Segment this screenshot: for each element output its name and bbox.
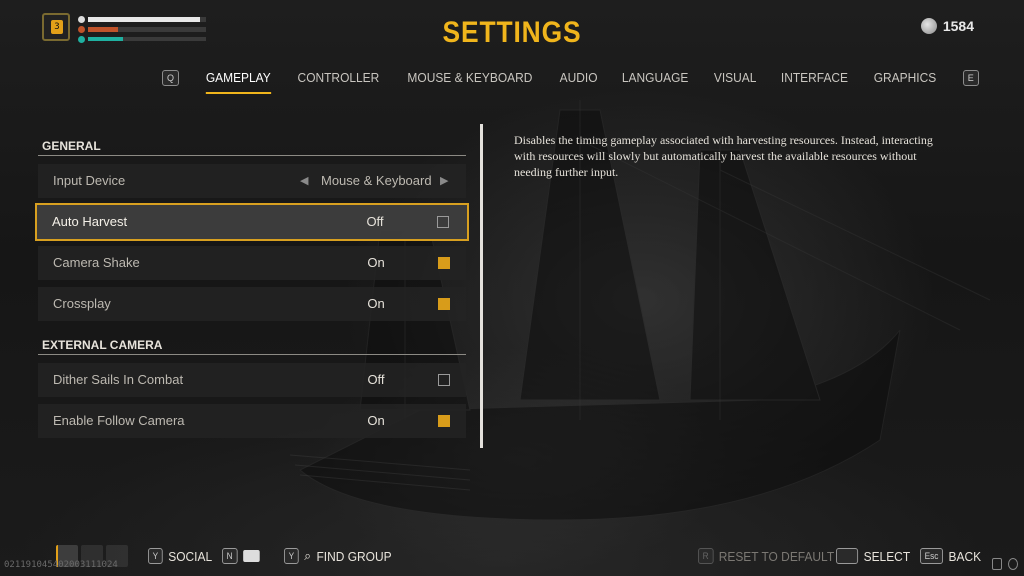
- select-button[interactable]: SELECT: [836, 548, 910, 564]
- setting-label: Dither Sails In Combat: [53, 372, 184, 387]
- setting-value: Off: [366, 214, 384, 229]
- tab-interface[interactable]: INTERFACE: [781, 68, 848, 88]
- setting-label: Crossplay: [53, 296, 111, 311]
- spacebar-key-icon: [836, 548, 859, 564]
- camera-shake-checkbox[interactable]: [438, 257, 450, 269]
- chat-key: N: [222, 548, 238, 564]
- setting-auto-harvest[interactable]: Auto Harvest Off: [35, 203, 469, 241]
- setting-value: Off: [367, 372, 385, 387]
- tab-graphics[interactable]: GRAPHICS: [874, 68, 936, 88]
- social-button[interactable]: Y SOCIAL: [148, 548, 212, 564]
- crossplay-checkbox[interactable]: [438, 298, 450, 310]
- find-group-key: Y: [284, 548, 299, 564]
- prev-tab-key[interactable]: Q: [162, 70, 180, 86]
- section-header-general: GENERAL: [38, 136, 466, 156]
- setting-label: Enable Follow Camera: [53, 413, 185, 428]
- setting-value: On: [367, 255, 385, 270]
- tab-controller[interactable]: CONTROLLER: [297, 68, 379, 88]
- back-button[interactable]: Esc BACK: [920, 548, 981, 564]
- tab-gameplay[interactable]: GAMEPLAY: [205, 68, 271, 94]
- tab-visual[interactable]: VISUAL: [714, 68, 757, 88]
- back-label: BACK: [948, 548, 982, 564]
- tab-audio[interactable]: AUDIO: [560, 68, 598, 88]
- setting-value: On: [367, 296, 385, 311]
- setting-camera-shake[interactable]: Camera Shake On: [38, 246, 466, 280]
- setting-follow-camera[interactable]: Enable Follow Camera On: [38, 404, 466, 438]
- setting-label: Auto Harvest: [52, 214, 128, 229]
- dither-sails-checkbox[interactable]: [438, 374, 450, 386]
- status-icons: [992, 558, 1018, 570]
- currency-display: 1584: [920, 18, 974, 34]
- setting-dither-sails[interactable]: Dither Sails In Combat Off: [38, 363, 466, 397]
- find-group-label: FIND GROUP: [316, 548, 392, 564]
- chat-icon: [242, 550, 260, 562]
- scrollbar[interactable]: [480, 124, 483, 448]
- section-header-external-camera: EXTERNAL CAMERA: [38, 335, 466, 355]
- reset-key: R: [698, 548, 714, 564]
- build-id: 021191045402003111024: [4, 560, 118, 570]
- arrow-left-icon[interactable]: ◀: [300, 164, 308, 198]
- social-key: Y: [148, 548, 163, 564]
- setting-crossplay[interactable]: Crossplay On: [38, 287, 466, 321]
- tab-mouse-keyboard[interactable]: MOUSE & KEYBOARD: [408, 68, 533, 88]
- search-icon: ⌕: [304, 548, 311, 563]
- chat-button[interactable]: N: [222, 548, 260, 564]
- follow-camera-checkbox[interactable]: [438, 415, 450, 427]
- reset-to-default-button[interactable]: R RESET TO DEFAULT: [698, 548, 834, 564]
- auto-harvest-checkbox[interactable]: [437, 216, 449, 228]
- select-label: SELECT: [863, 548, 911, 564]
- back-key: Esc: [920, 548, 944, 564]
- reset-label: RESET TO DEFAULT: [718, 548, 835, 564]
- find-group-button[interactable]: Y ⌕ FIND GROUP: [284, 548, 392, 564]
- microphone-icon: [992, 558, 1002, 570]
- coin-icon: [920, 18, 937, 34]
- setting-label: Camera Shake: [53, 255, 140, 270]
- tab-language[interactable]: LANGUAGE: [622, 68, 688, 88]
- setting-input-device[interactable]: Input Device ◀ Mouse & Keyboard ▶: [38, 164, 466, 198]
- coin-count: 1584: [942, 18, 974, 34]
- page-title: SETTINGS: [442, 16, 582, 49]
- setting-description: Disables the timing gameplay associated …: [514, 133, 933, 179]
- input-device-value: Mouse & Keyboard: [321, 173, 432, 188]
- arrow-right-icon[interactable]: ▶: [440, 164, 448, 198]
- setting-value: On: [367, 413, 385, 428]
- setting-label: Input Device: [53, 173, 126, 188]
- next-tab-key[interactable]: E: [962, 70, 979, 86]
- settings-tabs: Q GAMEPLAY CONTROLLER MOUSE & KEYBOARD A…: [162, 66, 979, 94]
- settings-list: GENERAL Input Device ◀ Mouse & Keyboard …: [35, 136, 470, 438]
- social-label: SOCIAL: [168, 548, 213, 564]
- network-icon: [1008, 558, 1018, 570]
